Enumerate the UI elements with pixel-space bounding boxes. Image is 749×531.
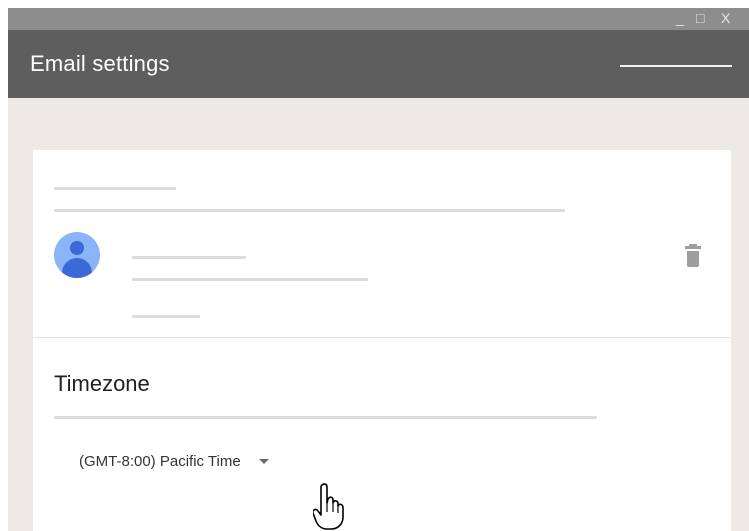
timezone-title: Timezone	[54, 371, 150, 396]
menu-line-icon[interactable]	[620, 65, 732, 67]
trash-body	[687, 251, 699, 267]
person-icon	[54, 232, 100, 278]
maximize-button[interactable]: □	[696, 10, 704, 26]
minimize-button[interactable]: _	[676, 10, 684, 26]
placeholder-text-line	[54, 416, 597, 419]
app-window: _ □ X Email settings Timezone (GMT-8:00)…	[8, 8, 749, 531]
timezone-value: (GMT-8:00) Pacific Time	[79, 452, 241, 470]
app-header: Email settings	[8, 30, 749, 98]
avatar-head	[70, 241, 84, 255]
trash-icon[interactable]	[684, 244, 702, 268]
window-titlebar: _ □ X	[8, 8, 749, 30]
placeholder-text-line	[132, 256, 246, 259]
placeholder-text-line	[132, 278, 368, 281]
timezone-dropdown[interactable]: (GMT-8:00) Pacific Time	[79, 450, 269, 472]
chevron-down-icon	[258, 458, 269, 464]
placeholder-text-line	[54, 187, 176, 190]
settings-card: Timezone (GMT-8:00) Pacific Time	[33, 150, 731, 531]
page-title: Email settings	[30, 51, 170, 76]
placeholder-text-line	[132, 315, 200, 318]
close-button[interactable]: X	[721, 10, 730, 26]
trash-lid	[685, 246, 701, 249]
section-divider	[33, 337, 731, 338]
placeholder-text-line	[54, 209, 565, 212]
avatar-body	[62, 258, 92, 278]
hand-pointer-icon	[313, 483, 344, 530]
